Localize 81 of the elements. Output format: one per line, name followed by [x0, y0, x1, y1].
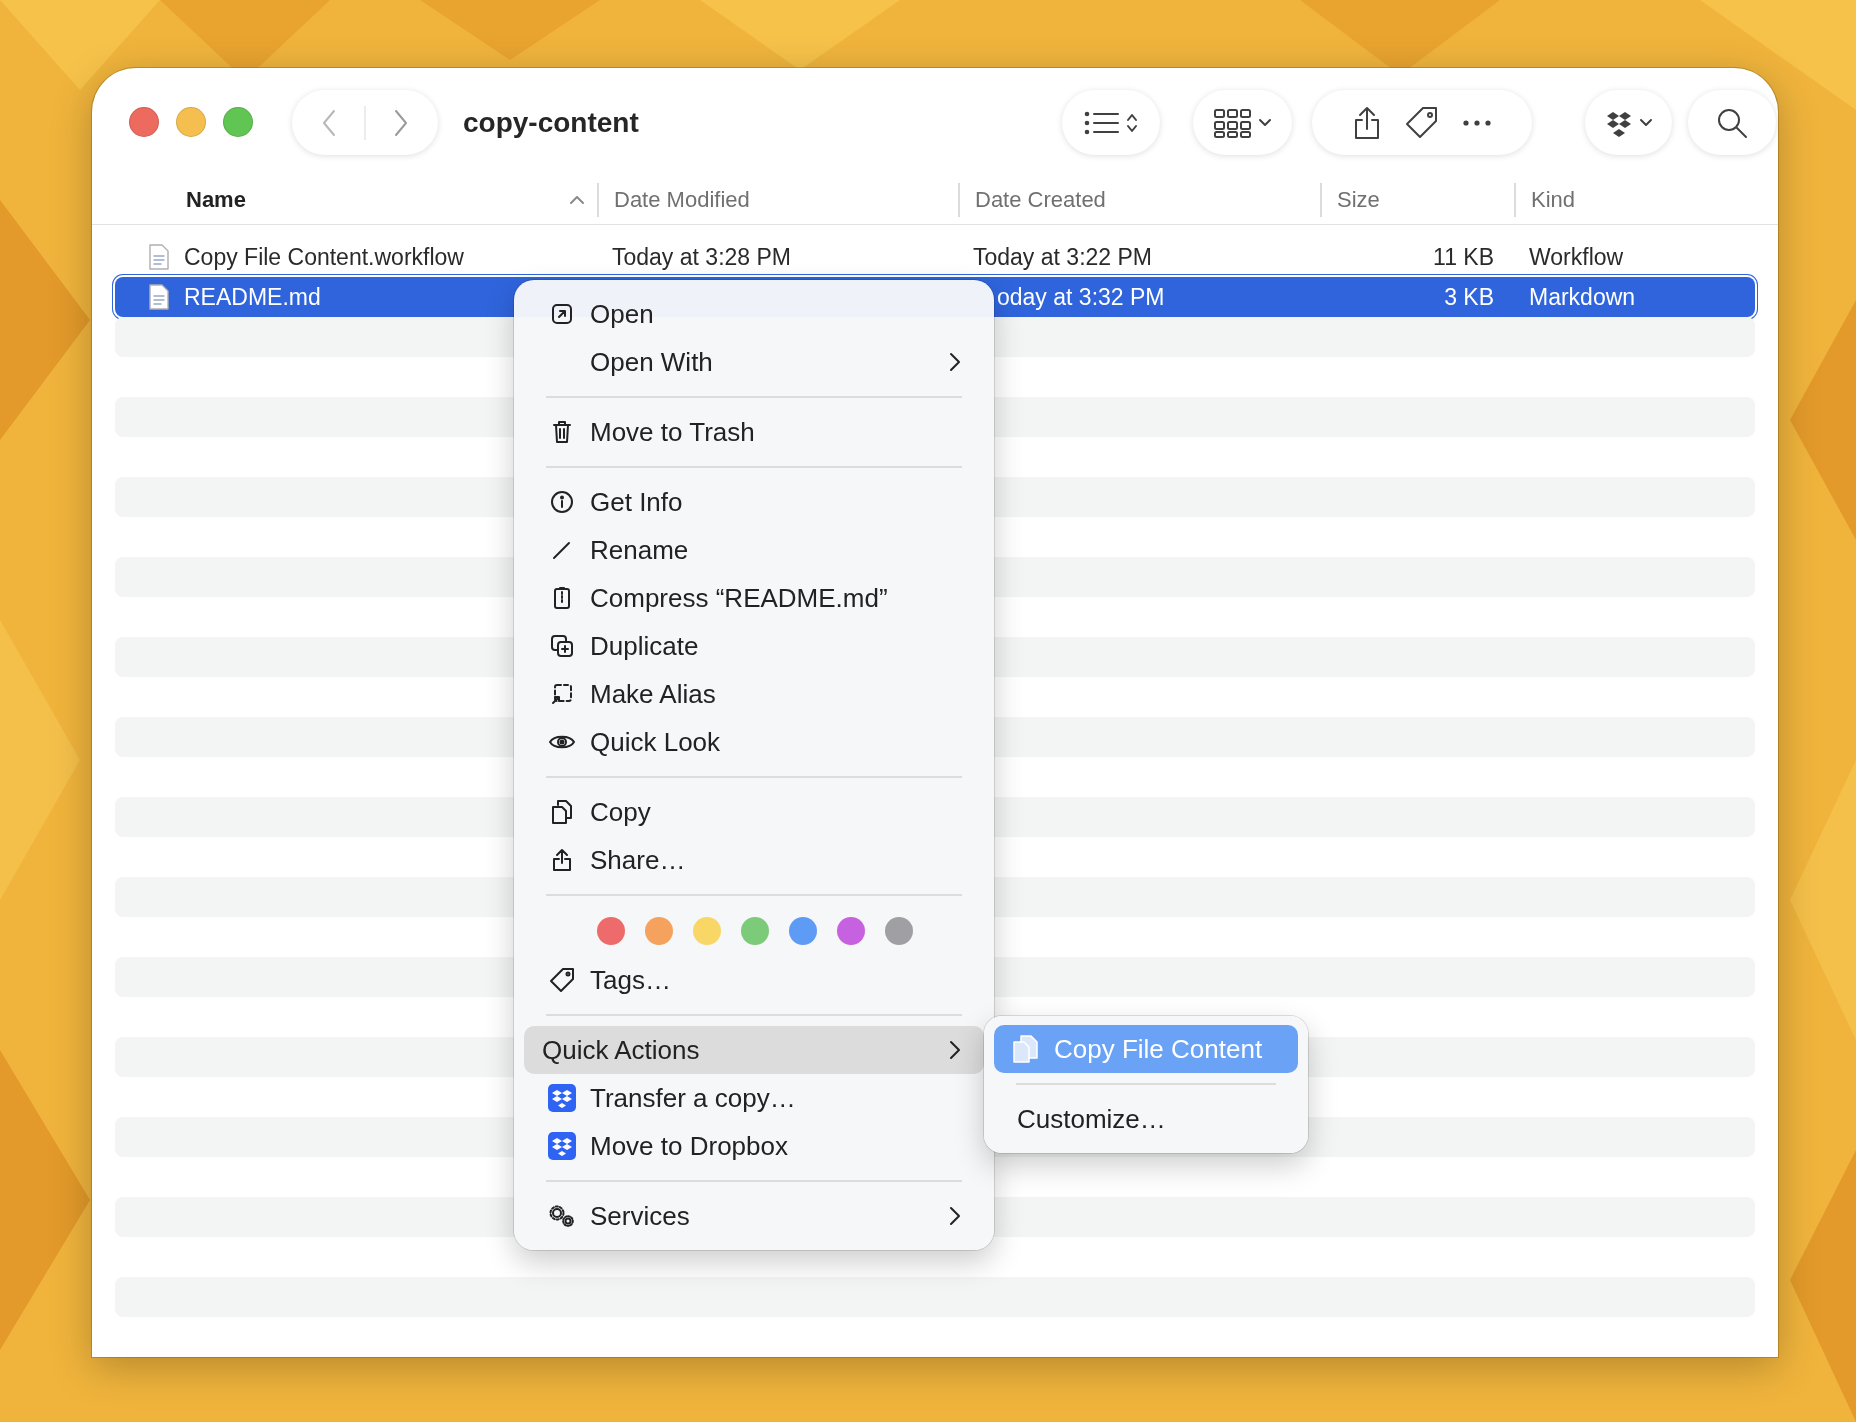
- copy-icon: [551, 799, 573, 825]
- file-size: 11 KB: [1433, 243, 1494, 270]
- tag-color-dot[interactable]: [597, 917, 625, 945]
- more-button[interactable]: [1462, 118, 1492, 127]
- menu-item[interactable]: Transfer a copy…: [524, 1074, 984, 1122]
- dropbox-icon: [548, 1132, 576, 1160]
- chevron-right-icon: [948, 1039, 962, 1061]
- tag-color-dot[interactable]: [885, 917, 913, 945]
- file-name: Copy File Content.workflow: [184, 242, 464, 272]
- menu-item[interactable]: Customize…: [994, 1095, 1298, 1143]
- menu-item[interactable]: Make Alias: [524, 670, 984, 718]
- window-title: copy-content: [463, 109, 639, 137]
- chevron-down-icon: [1257, 117, 1272, 128]
- back-icon: [320, 107, 338, 138]
- file-name: README.md: [184, 282, 321, 312]
- list-view-button[interactable]: [1062, 90, 1160, 155]
- group-view-button[interactable]: [1193, 90, 1292, 155]
- grid-icon: [1213, 107, 1252, 138]
- file-size: 3 KB: [1444, 283, 1494, 310]
- menu-item[interactable]: Copy: [524, 788, 984, 836]
- info-icon: [550, 490, 574, 514]
- file-row[interactable]: Copy File Content.workflow Today at 3:28 PM Today at 3:22 PM 11 KB Workflow: [115, 237, 1755, 277]
- search-button[interactable]: [1688, 90, 1776, 155]
- file-kind: Workflow: [1529, 243, 1624, 270]
- column-header[interactable]: Size: [1320, 182, 1514, 217]
- column-header[interactable]: Kind: [1514, 182, 1755, 217]
- menu-item[interactable]: Move to Dropbox: [524, 1122, 984, 1170]
- file-kind: Markdown: [1529, 283, 1636, 310]
- dropbox-button[interactable]: [1585, 90, 1672, 155]
- archive-icon: [553, 586, 571, 610]
- alias-icon: [551, 683, 573, 705]
- tag-color-dot[interactable]: [837, 917, 865, 945]
- trash-icon: [552, 420, 572, 444]
- menu-item[interactable]: Open: [524, 290, 984, 338]
- document-icon: [148, 243, 170, 271]
- close-button[interactable]: [129, 107, 159, 137]
- date-modified: Today at 3:28 PM: [612, 243, 791, 270]
- tag-button[interactable]: [1404, 104, 1440, 141]
- menu-item[interactable]: Move to Trash: [524, 408, 984, 456]
- tag-color-dot[interactable]: [789, 917, 817, 945]
- column-header[interactable]: Name: [115, 182, 597, 217]
- gears-icon: [548, 1204, 576, 1228]
- share-icon: [1352, 104, 1382, 141]
- share-button[interactable]: [1352, 104, 1382, 141]
- duplicate-icon: [550, 634, 574, 658]
- menu-item[interactable]: Open With: [524, 338, 984, 386]
- chevron-right-icon: [948, 1205, 962, 1227]
- menu-item[interactable]: Get Info: [524, 478, 984, 526]
- sort-ascending-icon: [569, 194, 585, 205]
- dropbox-icon: [548, 1084, 576, 1112]
- menu-item[interactable]: Rename: [524, 526, 984, 574]
- menu-item[interactable]: Share…: [524, 836, 984, 884]
- date-created: Today at 3:22 PM: [973, 243, 1152, 270]
- menu-item[interactable]: Tags…: [524, 956, 984, 1004]
- tag-color-dot[interactable]: [693, 917, 721, 945]
- minimize-button[interactable]: [176, 107, 206, 137]
- menu-item[interactable]: Duplicate: [524, 622, 984, 670]
- menu-item[interactable]: Quick Look: [524, 718, 984, 766]
- column-header[interactable]: Date Created: [958, 182, 1320, 217]
- chevron-right-icon: [948, 351, 962, 373]
- zoom-button[interactable]: [223, 107, 253, 137]
- document-icon: [148, 283, 170, 311]
- tag-icon: [549, 967, 575, 993]
- open-icon: [551, 303, 573, 325]
- search-icon: [1716, 106, 1748, 139]
- menu-item[interactable]: Compress “README.md”: [524, 574, 984, 622]
- documents-icon: [1011, 1034, 1041, 1064]
- pencil-icon: [551, 539, 573, 561]
- tag-icon: [1404, 104, 1440, 141]
- date-created: oday at 3:32 PM: [997, 283, 1165, 310]
- tag-color-dot[interactable]: [741, 917, 769, 945]
- forward-icon: [392, 107, 410, 138]
- share-icon: [552, 848, 572, 872]
- menu-item[interactable]: Quick Actions: [524, 1026, 984, 1074]
- up-down-icon: [1126, 111, 1138, 134]
- column-header[interactable]: Date Modified: [597, 182, 958, 217]
- chevron-down-icon: [1638, 117, 1653, 128]
- list-icon: [1084, 109, 1120, 136]
- tag-color-dot[interactable]: [645, 917, 673, 945]
- more-icon: [1462, 118, 1492, 127]
- menu-item[interactable]: Services: [524, 1192, 984, 1240]
